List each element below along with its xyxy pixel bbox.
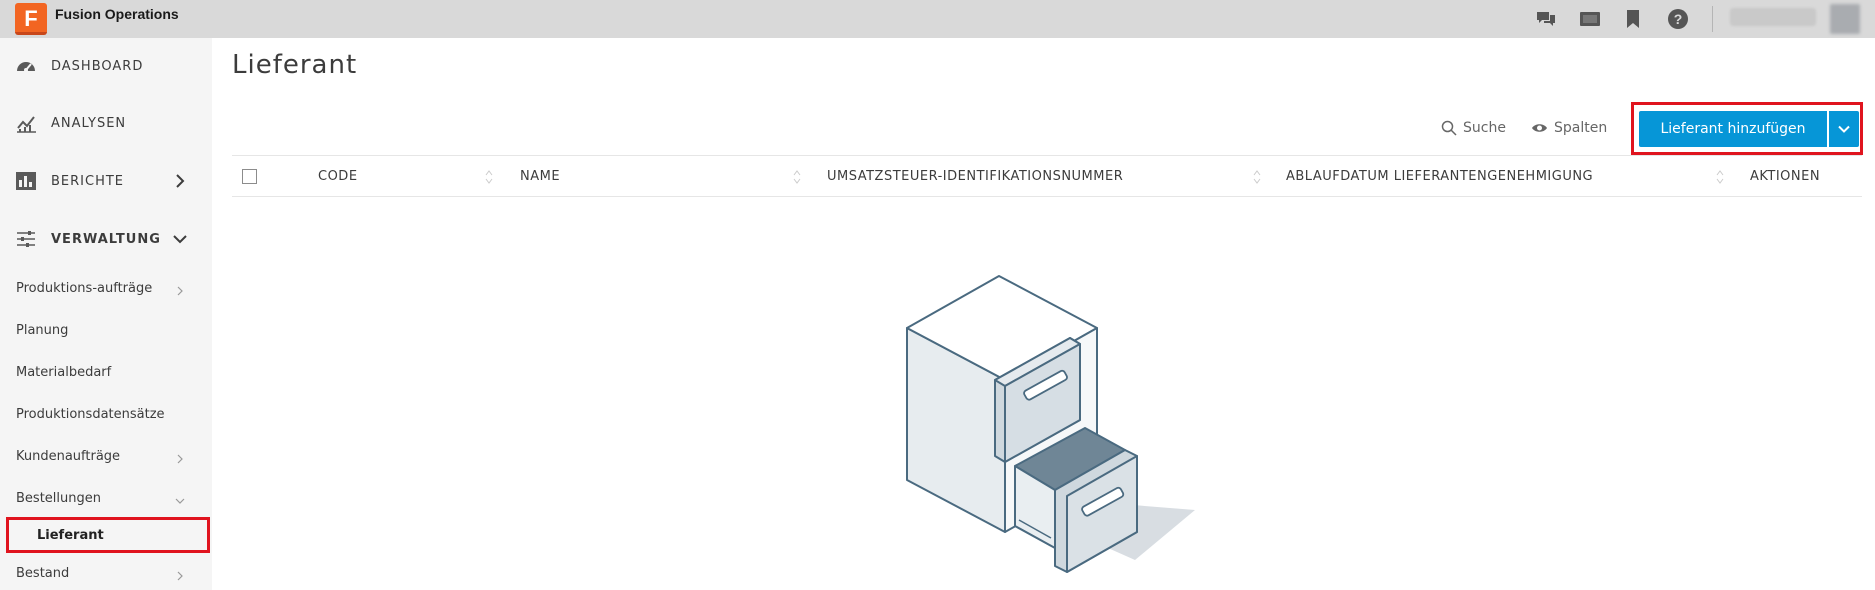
gauge-icon — [17, 62, 35, 72]
select-all-checkbox[interactable] — [242, 169, 257, 184]
nav-verwaltung[interactable]: VERWALTUNG — [0, 219, 212, 259]
sort-icon[interactable] — [792, 168, 802, 186]
sidebar-item-bestellungen[interactable]: Bestellungen — [16, 491, 101, 506]
chevron-down-icon — [1838, 125, 1850, 133]
column-header-actions: AKTIONEN — [1750, 169, 1821, 184]
search-icon — [1441, 120, 1457, 136]
nav-label: BERICHTE — [51, 173, 125, 189]
line-chart-icon — [17, 116, 36, 133]
app-logo[interactable]: F — [15, 3, 47, 35]
screen-icon[interactable] — [1578, 7, 1602, 31]
sidebar: DASHBOARD ANALYSEN BERICHTE VERWALTUNG P… — [0, 38, 212, 590]
logo-letter: F — [24, 6, 38, 31]
sidebar-item-label: Lieferant — [37, 528, 104, 543]
chevron-right-icon — [177, 454, 183, 464]
help-icon[interactable]: ? — [1666, 7, 1690, 31]
sidebar-item-materialbedarf[interactable]: Materialbedarf — [16, 365, 111, 380]
chevron-down-icon — [173, 235, 187, 244]
nav-dashboard[interactable]: DASHBOARD — [0, 46, 212, 86]
columns-button[interactable]: Spalten — [1531, 120, 1607, 136]
add-supplier-group: Lieferant hinzufügen — [1631, 102, 1863, 155]
user-name[interactable] — [1730, 8, 1816, 26]
column-header-vat-id[interactable]: UMSATZSTEUER-IDENTIFIKATIONSNUMMER — [827, 169, 1123, 184]
nav-berichte[interactable]: BERICHTE — [0, 161, 212, 201]
chevron-right-icon — [177, 571, 183, 581]
nav-analysen[interactable]: ANALYSEN — [0, 103, 212, 143]
sidebar-item-planung[interactable]: Planung — [16, 323, 68, 338]
add-supplier-button[interactable]: Lieferant hinzufügen — [1639, 111, 1827, 147]
sidebar-item-bestand[interactable]: Bestand — [16, 566, 69, 581]
column-header-name[interactable]: NAME — [520, 169, 560, 184]
page-title: Lieferant — [232, 50, 358, 80]
bookmark-icon[interactable] — [1621, 7, 1645, 31]
eye-icon — [1532, 124, 1547, 132]
chevron-right-icon — [176, 174, 185, 188]
sort-icon[interactable] — [1252, 168, 1262, 186]
search-label: Suche — [1463, 120, 1506, 136]
table-header: CODE NAME UMSATZSTEUER-IDENTIFIKATIONSNU… — [232, 155, 1862, 197]
avatar[interactable] — [1830, 4, 1860, 34]
nav-label: ANALYSEN — [51, 115, 127, 131]
report-icon — [16, 172, 36, 190]
sidebar-item-produktionsauftraege[interactable]: Produktions-aufträge — [16, 281, 152, 296]
search-button[interactable]: Suche — [1441, 120, 1506, 136]
nav-label: DASHBOARD — [51, 58, 144, 74]
chat-icon[interactable] — [1534, 7, 1558, 31]
sidebar-item-produktionsdatensaetze[interactable]: Produktionsdatensätze — [16, 407, 165, 422]
sidebar-item-kundenauftraege[interactable]: Kundenaufträge — [16, 449, 120, 464]
app-title: Fusion Operations — [55, 6, 179, 22]
chevron-down-icon — [175, 498, 185, 504]
nav-label: VERWALTUNG — [51, 231, 161, 247]
columns-label: Spalten — [1554, 120, 1608, 136]
sort-icon[interactable] — [484, 168, 494, 186]
top-bar: F Fusion Operations ? — [0, 0, 1875, 38]
sidebar-item-lieferant[interactable]: Lieferant — [6, 517, 210, 553]
sliders-icon — [17, 231, 35, 247]
column-header-approval-expiry[interactable]: ABLAUFDATUM LIEFERANTENGENEHMIGUNG — [1286, 169, 1593, 184]
sort-icon[interactable] — [1715, 168, 1725, 186]
svg-text:?: ? — [1674, 11, 1683, 27]
column-header-code[interactable]: CODE — [318, 169, 358, 184]
top-divider — [1712, 6, 1713, 32]
empty-state-illustration — [906, 275, 1195, 573]
chevron-right-icon — [177, 286, 183, 296]
add-supplier-dropdown[interactable] — [1828, 111, 1859, 147]
